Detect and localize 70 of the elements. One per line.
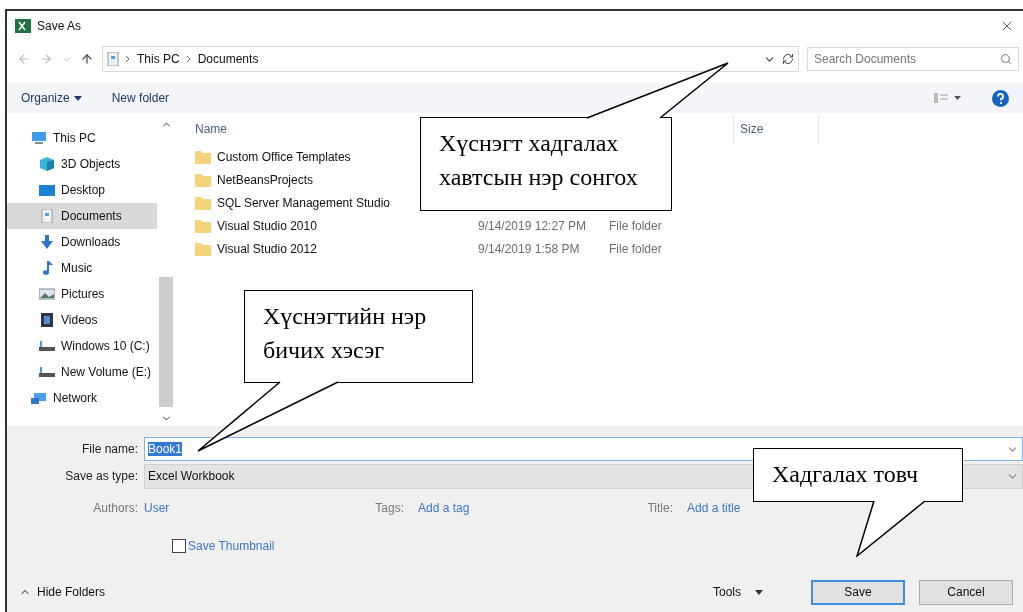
film-icon [39,313,55,327]
desktop-icon [39,183,55,197]
sidebar-item[interactable]: 3D Objects [7,151,157,177]
folder-icon [195,241,211,256]
new-folder-button[interactable]: New folder [111,91,170,105]
scrollbar-thumb[interactable] [159,276,173,407]
sidebar-item[interactable]: This PC [7,125,157,151]
search-field[interactable]: Search Documents [807,47,1019,71]
sidebar-item[interactable]: Desktop [7,177,157,203]
file-name[interactable]: NetBeansProjects [217,172,314,187]
sidebar-item[interactable]: New Volume (E:) [7,359,157,385]
hide-folders-button[interactable]: Hide Folders [19,585,106,599]
file-type: File folder [609,218,663,233]
computer-icon [31,131,47,145]
cube-icon [39,157,55,171]
drive-icon [39,365,55,379]
file-name[interactable]: Visual Studio 2010 [217,218,317,233]
folder-icon [195,195,211,210]
breadcrumb[interactable]: This PC [137,52,180,66]
refresh-icon[interactable] [782,53,794,65]
caret-icon [755,589,763,595]
document-icon [107,52,119,66]
sidebar-item[interactable]: Pictures [7,281,157,307]
sidebar-item[interactable]: Music [7,255,157,281]
breadcrumb-separator-icon [125,55,131,63]
breadcrumb-separator-icon [185,55,192,63]
view-options-icon[interactable] [934,93,962,103]
organize-menu[interactable]: Organize [21,91,82,105]
callout-pointer-tooltip [856,500,926,557]
metadata-link[interactable]: User [144,501,170,515]
breadcrumb[interactable]: Documents [197,52,259,66]
sidebar-item[interactable]: Windows 10 (C:) [7,333,157,359]
sidebar-item[interactable]: Videos [7,307,157,333]
column-header[interactable]: Size [734,122,818,136]
tools-menu[interactable]: Tools [707,584,769,600]
field-label: Authors: [92,501,139,515]
search-icon [1000,53,1012,65]
drive-icon [39,339,55,353]
field-label: Save as type: [64,469,139,483]
sidebar-item[interactable]: Downloads [7,229,157,255]
metadata-link[interactable]: Add a title [686,501,741,515]
checkbox-label[interactable]: Save Thumbnail [188,539,275,553]
excel-logo-icon [15,18,31,34]
window-title: Save As [37,19,83,33]
date-modified: 9/14/2019 12:27 PM [478,218,588,233]
sidebar-item[interactable]: Documents [7,203,157,229]
help-icon[interactable] [992,89,1009,107]
picture-icon [39,287,55,301]
folder-icon [195,149,211,164]
file-type: File folder [609,241,663,256]
network-icon [31,391,47,405]
caret-icon [73,95,82,101]
checkbox[interactable] [172,539,186,553]
folder-icon [195,218,211,233]
field-label: Tags: [375,501,405,515]
dialog-button[interactable]: Save [811,579,905,605]
download-arrow-icon [39,235,55,249]
folder-icon [195,172,211,187]
file-name[interactable]: Visual Studio 2012 [217,241,317,256]
document-icon [39,209,55,223]
dialog-button[interactable]: Cancel [919,579,1013,605]
sidebar-item[interactable]: Network [7,385,157,411]
file-name[interactable]: Custom Office Templates [217,149,351,164]
column-header[interactable]: Name [195,122,227,136]
field-label: Title: [647,501,673,515]
address-bar[interactable]: This PC Documents [102,46,799,72]
date-modified: 9/14/2019 1:58 PM [478,241,581,256]
field-label: File name: [80,442,139,456]
file-name[interactable]: SQL Server Management Studio [217,195,390,210]
metadata-link[interactable]: Add a tag [418,501,470,515]
